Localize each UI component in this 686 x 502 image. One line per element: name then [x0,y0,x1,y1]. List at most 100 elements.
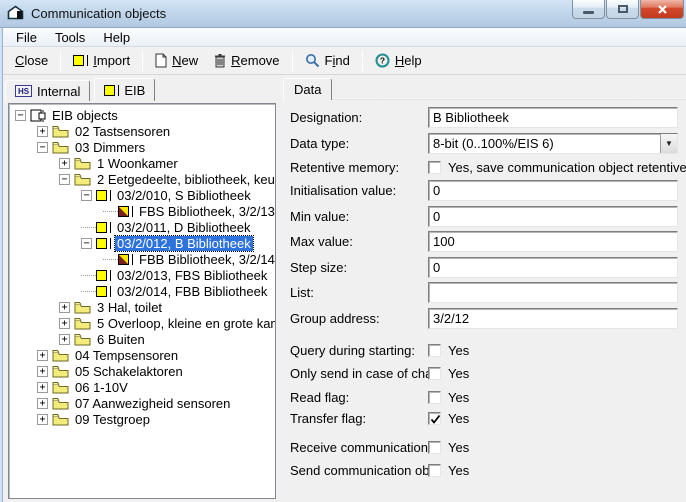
folder-icon [52,140,69,154]
tree-item[interactable]: +5 Overloop, kleine en grote kamer, bad [9,315,275,331]
plus-expander[interactable]: + [37,350,48,361]
minimize-icon [583,11,594,14]
list-input[interactable] [428,282,678,303]
find-button[interactable]: Find [297,48,358,73]
send-communication-object-label: Send communication object [290,463,428,478]
tree-item[interactable]: 03/2/014, FBB Bibliotheek [9,283,275,299]
toolbar-separator [142,51,143,71]
send-communication-object-checkbox[interactable] [428,464,441,477]
tree-item[interactable]: −2 Eetgedeelte, bibliotheek, keuken [9,171,275,187]
minus-expander[interactable]: − [81,190,92,201]
minus-expander[interactable]: − [81,238,92,249]
minus-expander[interactable]: − [15,110,26,121]
titlebar[interactable]: Communication objects [0,0,686,28]
designation-input[interactable]: B Bibliotheek [428,107,678,128]
folder-icon [52,396,69,410]
data-type-combo[interactable]: 8-bit (0..100%/EIS 6)▼ [428,133,678,154]
min-value-label: Min value: [290,209,428,224]
initialisation-value-label: Initialisation value: [290,183,428,198]
help-button[interactable]: ?Help [367,48,430,73]
menubar: FileToolsHelp [3,28,686,47]
tree-item[interactable]: +04 Tempsensoren [9,347,275,363]
tab-data-label: Data [294,82,321,97]
tree-item[interactable]: −03/2/012, B Bibliotheek [9,235,275,251]
tree-item[interactable]: +6 Buiten [9,331,275,347]
tabpage-top-edge [283,98,686,100]
tree-connector [103,259,118,260]
tree-item[interactable]: +09 Testgroep [9,411,275,427]
tree-item[interactable]: 03/2/013, FBS Bibliotheek [9,267,275,283]
chevron-down-icon[interactable]: ▼ [660,134,677,153]
eib-objects-tree[interactable]: −EIB objects+02 Tastsensoren−03 Dimmers+… [8,103,276,499]
plus-expander[interactable]: + [59,158,70,169]
tree-item[interactable]: +1 Woonkamer [9,155,275,171]
tab-internal[interactable]: HSInternal [5,80,90,101]
group-address-input[interactable]: 3/2/12 [428,308,678,329]
query-during-starting-checkbox[interactable] [428,344,441,357]
initialisation-value-input[interactable]: 0 [428,180,678,201]
step-size-input[interactable]: 0 [428,257,678,278]
linked-object-icon [118,254,133,265]
form-row-initialisation-value: Initialisation value:0 [290,180,678,201]
tree-item[interactable]: FBS Bibliotheek, 3/2/13 [9,203,275,219]
close-button[interactable]: Close [7,48,56,73]
tree-item[interactable]: +3 Hal, toilet [9,299,275,315]
tree-item-label: EIB objects [50,108,120,123]
folder-icon [74,316,91,330]
folder-icon [74,332,91,346]
tree-item[interactable]: FBB Bibliotheek, 3/2/14 [9,251,275,267]
new-page-icon [155,53,167,68]
tree-item[interactable]: +06 1-10V [9,379,275,395]
read-flag-checkbox[interactable] [428,391,441,404]
new-button[interactable]: New [147,48,206,73]
minus-expander[interactable]: − [37,142,48,153]
form-row-receive-communication-object: Receive communication objectYes [290,440,678,455]
plus-expander[interactable]: + [37,126,48,137]
menu-item-help[interactable]: Help [94,28,139,47]
folder-icon [74,156,91,170]
receive-communication-object-checkbox[interactable] [428,441,441,454]
plus-expander[interactable]: + [59,302,70,313]
transfer-flag-checkbox[interactable] [428,412,441,425]
only-send-in-case-of-change-checkbox[interactable] [428,367,441,380]
tab-eib[interactable]: EIB [94,78,155,101]
plus-expander[interactable]: + [37,366,48,377]
minimize-button[interactable] [572,0,605,19]
menu-item-tools[interactable]: Tools [46,28,94,47]
toolbar: Close Import NewRemove Find ?Help [3,47,686,75]
toolbar-separator [292,51,293,71]
step-size-label: Step size: [290,260,428,275]
menu-item-file[interactable]: File [7,28,46,47]
tree-item-label: 5 Overloop, kleine en grote kamer, bad [95,316,276,331]
tree-item[interactable]: − EIB objects [9,107,275,123]
tree-item[interactable]: +02 Tastsensoren [9,123,275,139]
tree-item[interactable]: −03/2/010, S Bibliotheek [9,187,275,203]
plus-expander[interactable]: + [37,398,48,409]
tab-data[interactable]: Data [283,78,332,100]
import-button[interactable]: Import [65,48,138,73]
tree-item[interactable]: +07 Aanwezigheid sensoren [9,395,275,411]
maximize-button[interactable] [606,0,639,19]
max-value-input[interactable]: 100 [428,231,678,252]
tree-item[interactable]: −03 Dimmers [9,139,275,155]
remove-button[interactable]: Remove [206,48,287,73]
eib-object-icon [96,238,111,249]
tree-item[interactable]: +05 Schakelaktoren [9,363,275,379]
folder-icon [52,380,69,394]
only-send-in-case-of-change-label: Only send in case of change [290,366,428,381]
svg-text:?: ? [380,56,385,66]
maximize-icon [618,5,628,13]
tree-item-label: 03/2/013, FBS Bibliotheek [115,268,269,283]
tree-item[interactable]: 03/2/011, D Bibliotheek [9,219,275,235]
folder-icon [52,364,69,378]
retentive-memory-checkbox[interactable] [428,161,441,174]
plus-expander[interactable]: + [59,334,70,345]
eib-object-icon [96,222,111,233]
plus-expander[interactable]: + [59,318,70,329]
plus-expander[interactable]: + [37,414,48,425]
min-value-input[interactable]: 0 [428,206,678,227]
minus-expander[interactable]: − [59,174,70,185]
close-window-button[interactable] [640,0,684,19]
plus-expander[interactable]: + [37,382,48,393]
folder-icon [52,412,69,426]
